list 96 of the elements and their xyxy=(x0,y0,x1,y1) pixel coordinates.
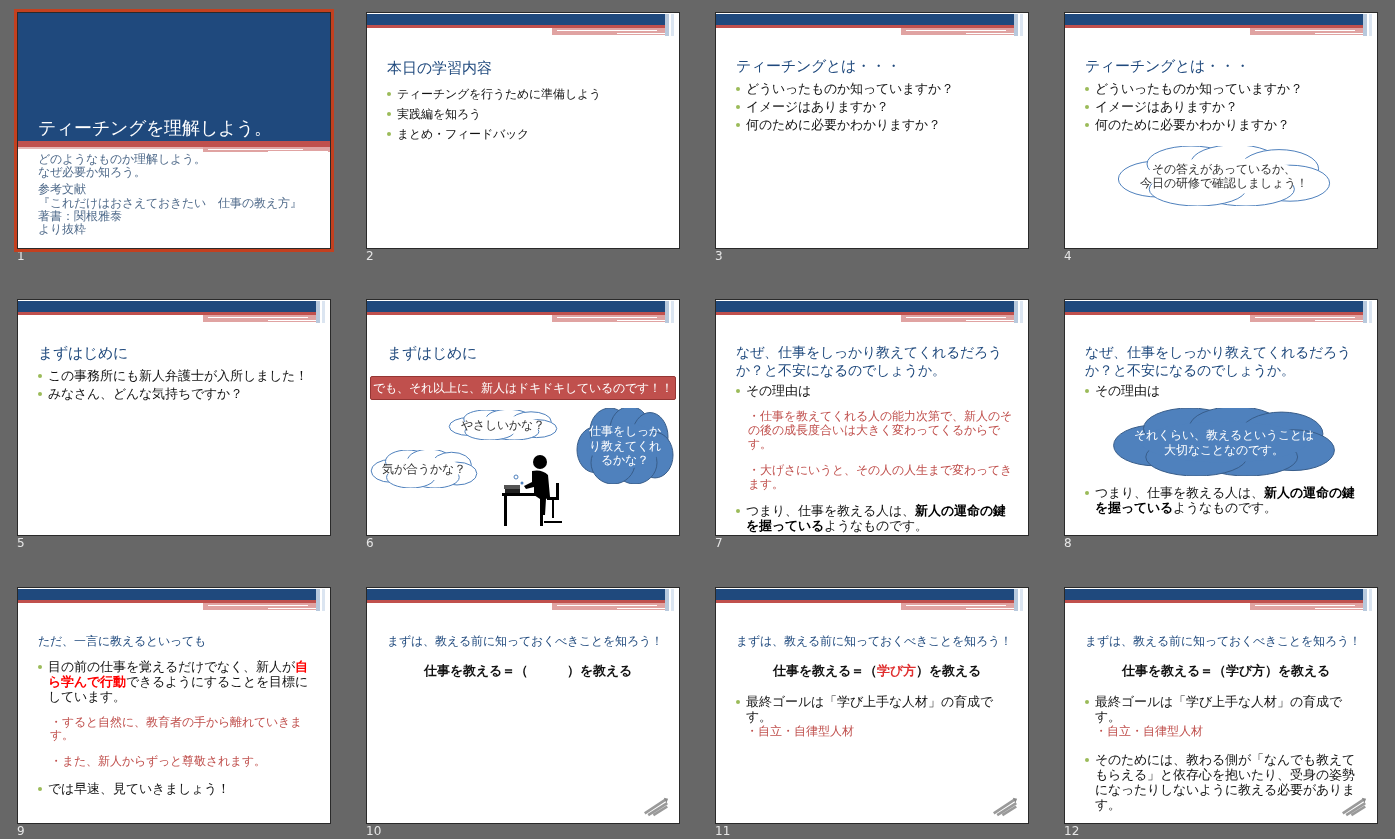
slide-title: なぜ、仕事をしっかり教えてくれるだろうか？と不安になるのでしょうか。 xyxy=(736,344,1003,380)
bullet-dot xyxy=(736,389,740,394)
slide-title: ティーチングを理解しよう。 xyxy=(38,117,272,139)
bullet-text: どういったものか知っていますか？ xyxy=(746,80,954,96)
cloud-text: やさしいかな？ xyxy=(461,418,545,433)
bullet-text: その理由は xyxy=(1095,383,1160,399)
bullet-dot xyxy=(1085,699,1089,704)
reference-text: 『これだけはおさえておきたい 仕事の教え方』 xyxy=(38,196,303,210)
slide-thumbnail[interactable]: まずは、教える前に知っておくべきことを知ろう！ 仕事を教える＝（学び方）を教える 最終ゴールは「学び上手な人材」の育成です。 ・自立・自律型人材 そのためには、教わる側が「なんでも教えてもらえる」と依存心を抱いたり、受身の姿勢になったりしないように教える必要があります。 xyxy=(1064,586,1378,824)
bullet-text: イメージはありますか？ xyxy=(1095,98,1238,114)
bullet-text: 最終ゴールは「学び上手な人材」の育成です。 xyxy=(746,693,994,724)
bullet-dot xyxy=(1085,758,1089,763)
bullet-dot xyxy=(1085,491,1089,496)
slide-title: まずは、教える前に知っておくべきことを知ろう！ xyxy=(736,633,1013,649)
bullet-text: つまり、仕事を教える人は、新人の運命の鍵を握っているようなものです。 xyxy=(1095,485,1356,516)
slide-number: 4 xyxy=(1064,250,1072,262)
bullet-text: 目の前の仕事を覚えるだけでなく、新人が自ら学んで行動できるようにすることを目標にしています。 xyxy=(48,658,309,704)
slide-thumbnail[interactable]: まずはじめに でも、それ以上に、新人はドキドキしているのです！！ やさしいかな？ 気が合うかな？ 仕事をしっか り教えてくれ るかな？ xyxy=(366,299,680,537)
slide-thumbnail[interactable]: まずはじめに この事務所にも新人弁護士が入所しました！ みなさん、どんな気持ちですか？ xyxy=(17,299,331,537)
cloud-text: 仕事をしっか り教えてくれ るかな？ xyxy=(589,424,661,468)
slide-number: 2 xyxy=(366,250,374,262)
cloud-text: 気が合うかな？ xyxy=(382,462,466,477)
slide-thumbnail[interactable]: なぜ、仕事をしっかり教えてくれるだろうか？と不安になるのでしょうか。 その理由は それくらい、教えるということは 大切なことなのです。 つまり、仕事を教える人は、新人の運命の鍵を握っているようなものです。 xyxy=(1064,299,1378,537)
slide-number: 11 xyxy=(715,824,731,837)
bullet-text: その理由は xyxy=(746,383,811,399)
bullet-text: ティーチングを行うために準備しよう xyxy=(397,86,601,101)
slide-thumbnail[interactable]: ティーチングとは・・・ どういったものか知っていますか？ イメージはありますか？ 何のために必要かわかりますか？ その答えがあっているか、 今日の研修で確認しましょう！ xyxy=(1064,12,1378,249)
slide-thumbnail[interactable]: 本日の学習内容 ティーチングを行うために準備しよう 実践編を知ろう まとめ・フィードバック xyxy=(366,12,680,249)
sub-bullet-text: ・すると自然に、教育者の手から離れていきます。 xyxy=(49,715,303,744)
slide-number: 12 xyxy=(1064,824,1080,837)
slide-thumbnail[interactable]: まずは、教える前に知っておくべきことを知ろう！ 仕事を教える＝（学び方）を教える 最終ゴールは「学び上手な人材」の育成です。 ・自立・自律型人材 xyxy=(715,586,1029,824)
formula-text: 仕事を教える＝（学び方）を教える xyxy=(771,662,982,680)
bullet-text: では早速、見ていきましょう！ xyxy=(48,781,230,796)
slide-number: 9 xyxy=(17,824,25,837)
reference-text: 参考文献 xyxy=(38,183,87,197)
sub-bullet-text: ・また、新人からずっと尊敬されます。 xyxy=(49,755,267,769)
slide-title: 本日の学習内容 xyxy=(387,59,493,79)
sub-bullet-text: ・自立・自律型人材 xyxy=(1094,724,1204,739)
slide-number: 5 xyxy=(17,537,25,550)
slide-title: ただ、一言に教えるといっても xyxy=(38,633,207,649)
slide-thumbnail[interactable]: ただ、一言に教えるといっても 目の前の仕事を覚えるだけでなく、新人が自ら学んで行動できるようにすることを目標にしています。 ・すると自然に、教育者の手から離れていきます。 ・また、新人からずっと尊敬されます。 では早速、見ていきましょう！ xyxy=(17,586,331,824)
slide-title: まずはじめに xyxy=(387,344,478,364)
subtitle-text: どのようなものか理解しよう。 xyxy=(38,153,207,167)
sub-bullet-text: ・大げさにいうと、その人の人生まで変わってきます。 xyxy=(747,463,1013,492)
slide-number: 7 xyxy=(715,537,723,550)
bullet-dot xyxy=(1085,104,1089,109)
sub-bullet-text: ・自立・自律型人材 xyxy=(745,724,855,739)
bullet-text: まとめ・フィードバック xyxy=(397,127,529,142)
slide-title: まずは、教える前に知っておくべきことを知ろう！ xyxy=(387,633,664,649)
slide-number: 10 xyxy=(366,824,382,837)
bullet-text: みなさん、どんな気持ちですか？ xyxy=(48,385,243,401)
bullet-text: 最終ゴールは「学び上手な人材」の育成です。 xyxy=(1095,693,1343,724)
slide-thumbnail[interactable]: なぜ、仕事をしっかり教えてくれるだろうか？と不安になるのでしょうか。 その理由は ・仕事を教えてくれる人の能力次第で、新人のその後の成長度合いは大きく変わってくるからです。 ・大げさにいうと、その人の人生まで変わってきます。 つまり、仕事を教える人は、新人の運命の鍵を握っているようなものです。 xyxy=(715,299,1029,537)
bullet-dot xyxy=(1085,122,1089,127)
bullet-text: 何のために必要かわかりますか？ xyxy=(1095,116,1290,132)
bullet-text: つまり、仕事を教える人は、新人の運命の鍵を握っているようなものです。 xyxy=(746,503,1007,534)
sub-bullet-text: ・仕事を教えてくれる人の能力次第で、新人のその後の成長度合いは大きく変わってくるからです。 xyxy=(747,410,1013,452)
slide-thumbnail[interactable]: ティーチングとは・・・ どういったものか知っていますか？ イメージはありますか？ 何のために必要かわかりますか？ xyxy=(715,12,1029,249)
slide-title: まずはじめに xyxy=(38,344,129,364)
formula-text: 仕事を教える＝（学び方）を教える xyxy=(1120,662,1331,680)
bullet-text: 何のために必要かわかりますか？ xyxy=(746,116,941,132)
reference-text: より抜粋 xyxy=(38,222,86,237)
reference-text: 著書：関根雅泰 xyxy=(38,209,123,223)
formula-text: 仕事を教える＝（ ）を教える xyxy=(422,662,633,680)
slide-number: 6 xyxy=(366,537,374,550)
bullet-text: どういったものか知っていますか？ xyxy=(1095,80,1303,96)
slide-title: ティーチングとは・・・ xyxy=(1085,57,1251,77)
slide-title: なぜ、仕事をしっかり教えてくれるだろうか？と不安になるのでしょうか。 xyxy=(1085,344,1352,380)
slide-thumbnail[interactable]: まずは、教える前に知っておくべきことを知ろう！ 仕事を教える＝（ ）を教える xyxy=(366,586,680,824)
bullet-dot xyxy=(38,391,42,396)
subtitle-text: なぜ必要か知ろう。 xyxy=(38,166,147,180)
bullet-dot xyxy=(736,509,740,514)
bullet-dot xyxy=(736,122,740,127)
bullet-dot xyxy=(1085,86,1089,91)
bullet-text: イメージはありますか？ xyxy=(746,98,889,114)
bullet-dot xyxy=(736,86,740,91)
bullet-dot xyxy=(38,787,42,791)
bullet-dot xyxy=(38,664,42,669)
banner: でも、それ以上に、新人はドキドキしているのです！！ xyxy=(370,376,676,401)
slide-title: ティーチングとは・・・ xyxy=(736,57,902,77)
bullet-dot xyxy=(736,699,740,704)
bullet-dot xyxy=(736,104,740,109)
bullet-dot xyxy=(1085,389,1089,394)
bullet-text: この事務所にも新人弁護士が入所しました！ xyxy=(48,367,308,383)
slide-thumbnail[interactable]: ティーチングを理解しよう。 どのようなものか理解しよう。 なぜ必要か知ろう。 参考文献 『これだけはおさえておきたい 仕事の教え方』 著書：関根雅泰 より抜粋 xyxy=(17,12,331,249)
bullet-dot xyxy=(387,91,391,96)
slide-title: まずは、教える前に知っておくべきことを知ろう！ xyxy=(1085,633,1362,649)
cloud-text: それくらい、教えるということは 大切なことなのです。 xyxy=(1134,428,1314,457)
slide-number: 3 xyxy=(715,250,723,262)
slide-number: 8 xyxy=(1064,537,1072,550)
bullet-dot xyxy=(387,111,391,116)
bullet-dot xyxy=(38,373,42,378)
cloud-text: その答えがあっているか、 今日の研修で確認しましょう！ xyxy=(1140,161,1308,190)
bullet-text: そのためには、教わる側が「なんでも教えてもらえる」と依存心を抱いたり、受身の姿勢になったりしないように教える必要があります。 xyxy=(1095,752,1356,813)
bullet-text: 実践編を知ろう xyxy=(397,106,481,122)
bullet-dot xyxy=(387,132,391,137)
